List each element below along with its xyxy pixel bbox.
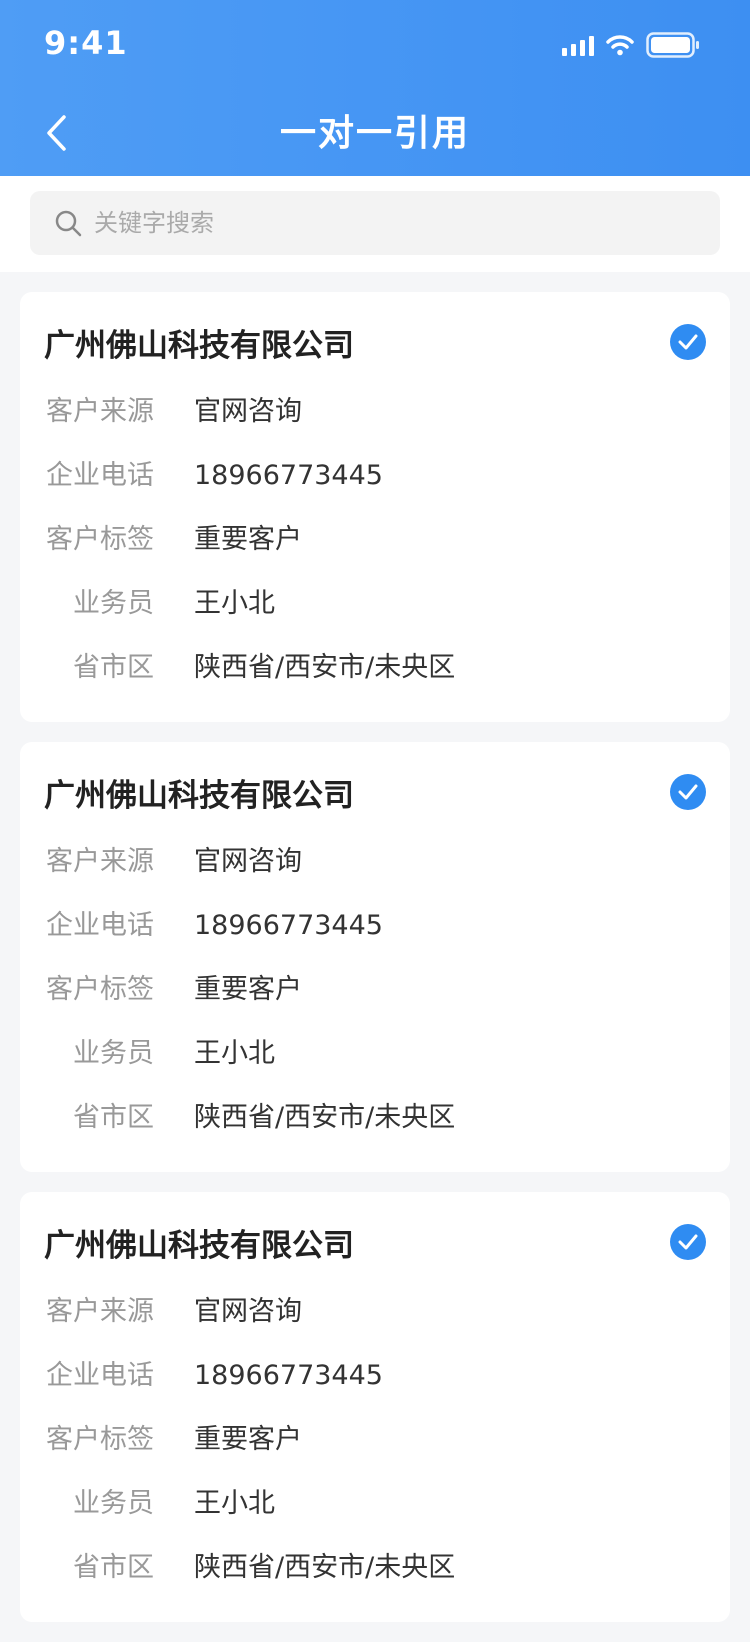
value-tag: 重要客户 xyxy=(194,974,302,1005)
label-source: 客户来源 xyxy=(46,1296,154,1327)
value-region: 陕西省/西安市/未央区 xyxy=(194,1552,456,1583)
checkbox-checked[interactable] xyxy=(670,774,706,810)
status-icons xyxy=(562,30,700,60)
search-area xyxy=(0,176,750,272)
label-source: 客户来源 xyxy=(46,846,154,877)
row-tag: 客户标签 重要客户 xyxy=(44,1420,302,1460)
value-region: 陕西省/西安市/未央区 xyxy=(194,652,456,683)
value-tag: 重要客户 xyxy=(194,524,302,555)
row-phone: 企业电话 18966773445 xyxy=(44,906,383,946)
label-tag: 客户标签 xyxy=(46,974,154,1005)
row-source: 客户来源 官网咨询 xyxy=(44,1292,302,1332)
row-source: 客户来源 官网咨询 xyxy=(44,842,302,882)
row-salesperson: 业务员 王小北 xyxy=(44,584,275,624)
row-salesperson: 业务员 王小北 xyxy=(44,1034,275,1074)
company-name: 广州佛山科技有限公司 xyxy=(44,328,354,364)
value-phone: 18966773445 xyxy=(194,1360,383,1391)
row-region: 省市区 陕西省/西安市/未央区 xyxy=(44,1548,455,1588)
row-phone: 企业电话 18966773445 xyxy=(44,456,383,496)
label-tag: 客户标签 xyxy=(46,524,154,555)
value-phone: 18966773445 xyxy=(194,460,383,491)
value-salesperson: 王小北 xyxy=(194,1038,275,1069)
row-salesperson: 业务员 王小北 xyxy=(44,1484,275,1524)
value-source: 官网咨询 xyxy=(194,396,302,427)
row-source: 客户来源 官网咨询 xyxy=(44,392,302,432)
row-region: 省市区 陕西省/西安市/未央区 xyxy=(44,648,455,688)
value-phone: 18966773445 xyxy=(194,910,383,941)
value-salesperson: 王小北 xyxy=(194,1488,275,1519)
value-region: 陕西省/西安市/未央区 xyxy=(194,1102,456,1133)
value-source: 官网咨询 xyxy=(194,1296,302,1327)
battery-icon xyxy=(646,32,699,58)
value-salesperson: 王小北 xyxy=(194,588,275,619)
value-source: 官网咨询 xyxy=(194,846,302,877)
customer-card[interactable]: 广州佛山科技有限公司 客户来源 官网咨询 企业电话 18966773445 客户标签… xyxy=(20,1192,730,1622)
row-phone: 企业电话 18966773445 xyxy=(44,1356,383,1396)
customer-card[interactable]: 广州佛山科技有限公司 客户来源 官网咨询 企业电话 18966773445 客户标签… xyxy=(20,742,730,1172)
label-tag: 客户标签 xyxy=(46,1424,154,1455)
row-region: 省市区 陕西省/西安市/未央区 xyxy=(44,1098,455,1138)
customer-card[interactable]: 广州佛山科技有限公司 客户来源 官网咨询 企业电话 18966773445 客户标签… xyxy=(20,292,730,722)
wifi-icon xyxy=(606,35,634,56)
label-salesperson: 业务员 xyxy=(73,1038,154,1069)
search-input[interactable] xyxy=(92,208,696,238)
label-salesperson: 业务员 xyxy=(73,588,154,619)
checkbox-checked[interactable] xyxy=(670,1224,706,1260)
label-region: 省市区 xyxy=(73,652,154,683)
page-title: 一对一引用 xyxy=(279,113,470,154)
header-bar: 9:41 一对一引用 xyxy=(0,0,750,176)
label-region: 省市区 xyxy=(73,1552,154,1583)
company-name: 广州佛山科技有限公司 xyxy=(44,778,354,814)
status-time: 9:41 xyxy=(44,24,128,62)
check-icon xyxy=(678,784,698,800)
label-region: 省市区 xyxy=(73,1102,154,1133)
check-icon xyxy=(678,1234,698,1250)
search-icon xyxy=(55,210,82,237)
cellular-signal-icon xyxy=(562,34,594,56)
customer-list: 广州佛山科技有限公司 客户来源 官网咨询 企业电话 18966773445 客户标签… xyxy=(20,292,730,1642)
checkbox-checked[interactable] xyxy=(670,324,706,360)
label-source: 客户来源 xyxy=(46,396,154,427)
label-salesperson: 业务员 xyxy=(73,1488,154,1519)
label-phone: 企业电话 xyxy=(46,1360,154,1391)
search-box[interactable] xyxy=(30,191,720,255)
row-tag: 客户标签 重要客户 xyxy=(44,970,302,1010)
row-tag: 客户标签 重要客户 xyxy=(44,520,302,560)
label-phone: 企业电话 xyxy=(46,460,154,491)
label-phone: 企业电话 xyxy=(46,910,154,941)
company-name: 广州佛山科技有限公司 xyxy=(44,1228,354,1264)
value-tag: 重要客户 xyxy=(194,1424,302,1455)
check-icon xyxy=(678,334,698,350)
